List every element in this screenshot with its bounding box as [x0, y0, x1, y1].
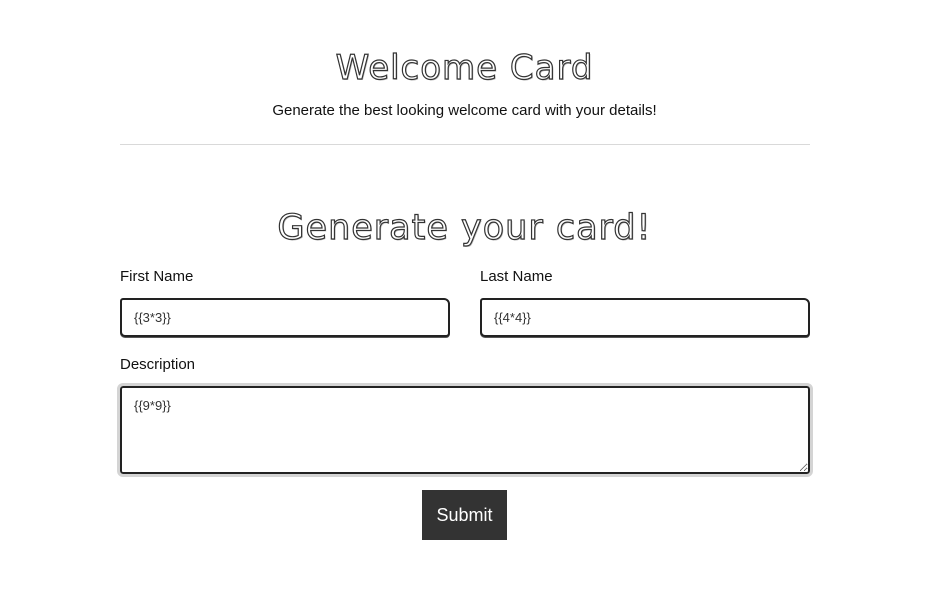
last-name-input[interactable] [480, 298, 810, 337]
page: Welcome Card Generate the best looking w… [0, 0, 929, 607]
submit-button[interactable]: Submit [422, 490, 507, 540]
header: Welcome Card Generate the best looking w… [0, 47, 929, 119]
first-name-input[interactable] [120, 298, 450, 337]
page-title: Welcome Card [335, 47, 594, 88]
form-title: Generate your card! [277, 207, 652, 248]
first-name-label: First Name [120, 268, 194, 285]
last-name-label: Last Name [480, 268, 553, 285]
page-subtitle: Generate the best looking welcome card w… [272, 102, 657, 119]
header-divider [120, 144, 810, 145]
description-label: Description [120, 356, 196, 373]
description-textarea[interactable]: {{9*9}} [117, 383, 813, 477]
